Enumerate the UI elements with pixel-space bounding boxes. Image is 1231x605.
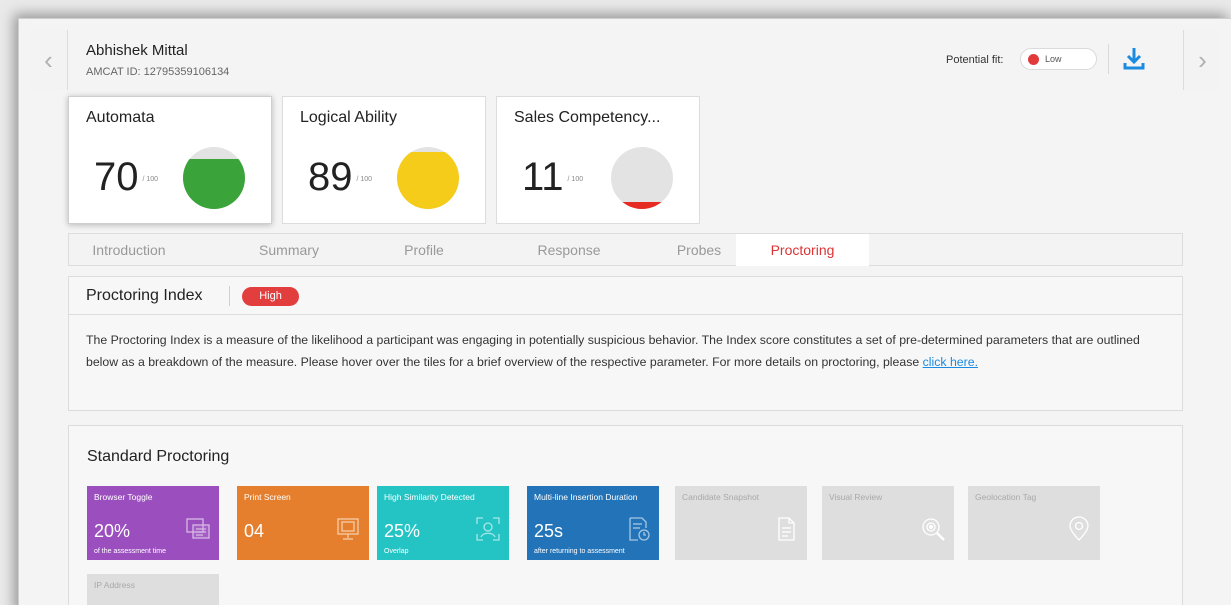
tab-introduction[interactable]: Introduction <box>69 234 189 266</box>
standard-proctoring-title: Standard Proctoring <box>87 448 230 465</box>
score-card-automata[interactable]: Automata 70/ 100 <box>68 96 272 224</box>
proctoring-index-panel: Proctoring Index High The Proctoring Ind… <box>68 276 1183 411</box>
tile-name: Geolocation Tag <box>975 492 1037 502</box>
tab-profile[interactable]: Profile <box>359 234 489 266</box>
face-scan-icon <box>475 516 501 542</box>
proctoring-index-header: Proctoring Index High <box>69 277 1182 315</box>
tile-name: Print Screen <box>244 492 291 502</box>
tile-high-similarity[interactable]: High Similarity Detected 25% Overlap <box>377 486 509 560</box>
header-divider <box>1108 44 1109 74</box>
proctoring-index-badge: High <box>242 287 299 306</box>
tile-ip-address[interactable]: IP Address <box>87 574 219 605</box>
tile-candidate-snapshot[interactable]: Candidate Snapshot <box>675 486 807 560</box>
download-icon[interactable] <box>1122 46 1146 72</box>
score-gauge <box>611 147 673 209</box>
candidate-header: Abhishek Mittal AMCAT ID: 12795359106134… <box>68 30 1183 90</box>
score-title: Sales Competency... <box>514 109 661 126</box>
proctoring-index-title: Proctoring Index <box>86 287 203 304</box>
proctoring-index-description: The Proctoring Index is a measure of the… <box>86 333 1140 369</box>
tile-name: Browser Toggle <box>94 492 153 502</box>
tile-subtitle: after returning to assessment <box>534 548 625 555</box>
score-gauge <box>183 147 245 209</box>
potential-fit-value: Low <box>1045 54 1062 64</box>
potential-fit-label: Potential fit: <box>946 54 1004 66</box>
chevron-right-icon: › <box>1198 44 1207 75</box>
tile-visual-review[interactable]: Visual Review <box>822 486 954 560</box>
tab-summary[interactable]: Summary <box>219 234 359 266</box>
score-title: Logical Ability <box>300 109 397 126</box>
score-value: 89/ 100 <box>308 155 373 199</box>
tile-multi-line-insertion[interactable]: Multi-line Insertion Duration 25s after … <box>527 486 659 560</box>
score-gauge <box>397 147 459 209</box>
score-value: 11/ 100 <box>522 155 584 199</box>
tile-name: High Similarity Detected <box>384 492 475 502</box>
candidate-name: Abhishek Mittal <box>86 42 188 59</box>
eye-search-icon <box>920 516 946 542</box>
fit-status-dot <box>1028 54 1039 65</box>
potential-fit-badge: Low <box>1020 48 1097 70</box>
candidate-id: AMCAT ID: 12795359106134 <box>86 66 230 78</box>
tile-print-screen[interactable]: Print Screen 04 <box>237 486 369 560</box>
tab-response[interactable]: Response <box>489 234 649 266</box>
tile-geolocation-tag[interactable]: Geolocation Tag <box>968 486 1100 560</box>
score-title: Automata <box>86 109 155 126</box>
tile-name: Candidate Snapshot <box>682 492 760 502</box>
tile-browser-toggle[interactable]: Browser Toggle 20% of the assessment tim… <box>87 486 219 560</box>
tab-proctoring[interactable]: Proctoring <box>736 234 869 266</box>
location-pin-icon <box>1066 516 1092 542</box>
tile-value: 04 <box>244 521 265 541</box>
chevron-left-icon: ‹ <box>44 44 53 75</box>
document-icon <box>773 516 799 542</box>
tile-value: 20% <box>94 521 131 541</box>
tile-value: 25% <box>384 521 421 541</box>
divider <box>229 286 230 306</box>
report-tabs: Introduction Summary Profile Response Pr… <box>68 233 1183 266</box>
tile-name: Multi-line Insertion Duration <box>534 492 638 502</box>
previous-candidate-button[interactable]: ‹ <box>30 30 68 90</box>
score-card-sales-competency[interactable]: Sales Competency... 11/ 100 <box>496 96 700 224</box>
document-clock-icon <box>625 516 651 542</box>
tile-name: Visual Review <box>829 492 883 502</box>
tile-subtitle: Overlap <box>384 548 409 555</box>
tile-name: IP Address <box>94 580 135 590</box>
monitor-icon <box>335 516 361 542</box>
tile-subtitle: of the assessment time <box>94 548 166 555</box>
browser-windows-icon <box>185 516 211 542</box>
tile-value: 25s <box>534 521 564 541</box>
score-card-logical-ability[interactable]: Logical Ability 89/ 100 <box>282 96 486 224</box>
score-value: 70/ 100 <box>94 155 159 199</box>
next-candidate-button[interactable]: › <box>1183 30 1221 90</box>
details-link[interactable]: click here. <box>923 355 978 369</box>
standard-proctoring-panel: Standard Proctoring Browser Toggle 20% o… <box>68 425 1183 605</box>
